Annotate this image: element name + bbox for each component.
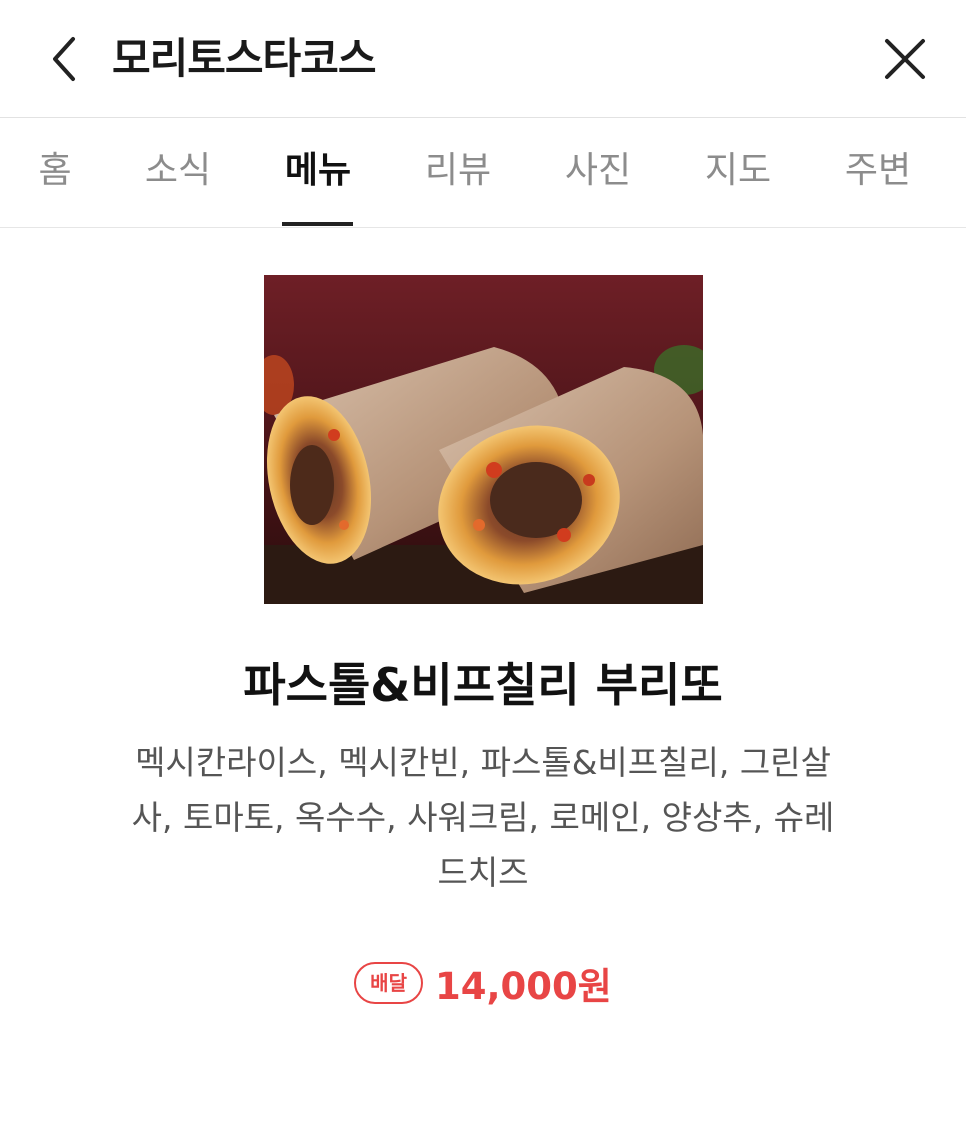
tab-home[interactable]: 홈: [20, 118, 90, 228]
menu-photo[interactable]: [264, 275, 703, 604]
app-header: 모리토스타코스: [0, 0, 966, 118]
page-title: 모리토스타코스: [112, 34, 376, 83]
tab-reviews[interactable]: 리뷰: [420, 118, 496, 228]
tab-photos[interactable]: 사진: [560, 118, 636, 228]
menu-item-name: 파스톨&비프칠리 부리또: [243, 658, 723, 712]
delivery-badge: 배달: [354, 962, 423, 1004]
chevron-left-icon: [53, 37, 75, 81]
tab-bar: 홈 소식 메뉴 리뷰 사진 지도 주변: [0, 118, 966, 228]
tab-news[interactable]: 소식: [140, 118, 216, 228]
close-button[interactable]: [876, 30, 934, 88]
active-tab-indicator: [282, 222, 353, 226]
menu-item-description: 멕시칸라이스, 멕시칸빈, 파스톨&비프칠리, 그린살사, 토마토, 옥수수, …: [131, 743, 835, 892]
tab-map[interactable]: 지도: [700, 118, 776, 228]
back-button[interactable]: [40, 30, 88, 88]
price-row: 배달 14,000원: [0, 955, 966, 1011]
tab-nearby[interactable]: 주변: [840, 118, 916, 228]
tab-menu[interactable]: 메뉴: [280, 118, 356, 228]
burrito-photo: [264, 275, 703, 604]
close-icon: [885, 39, 925, 79]
menu-item-price: 14,000원: [434, 965, 612, 1008]
